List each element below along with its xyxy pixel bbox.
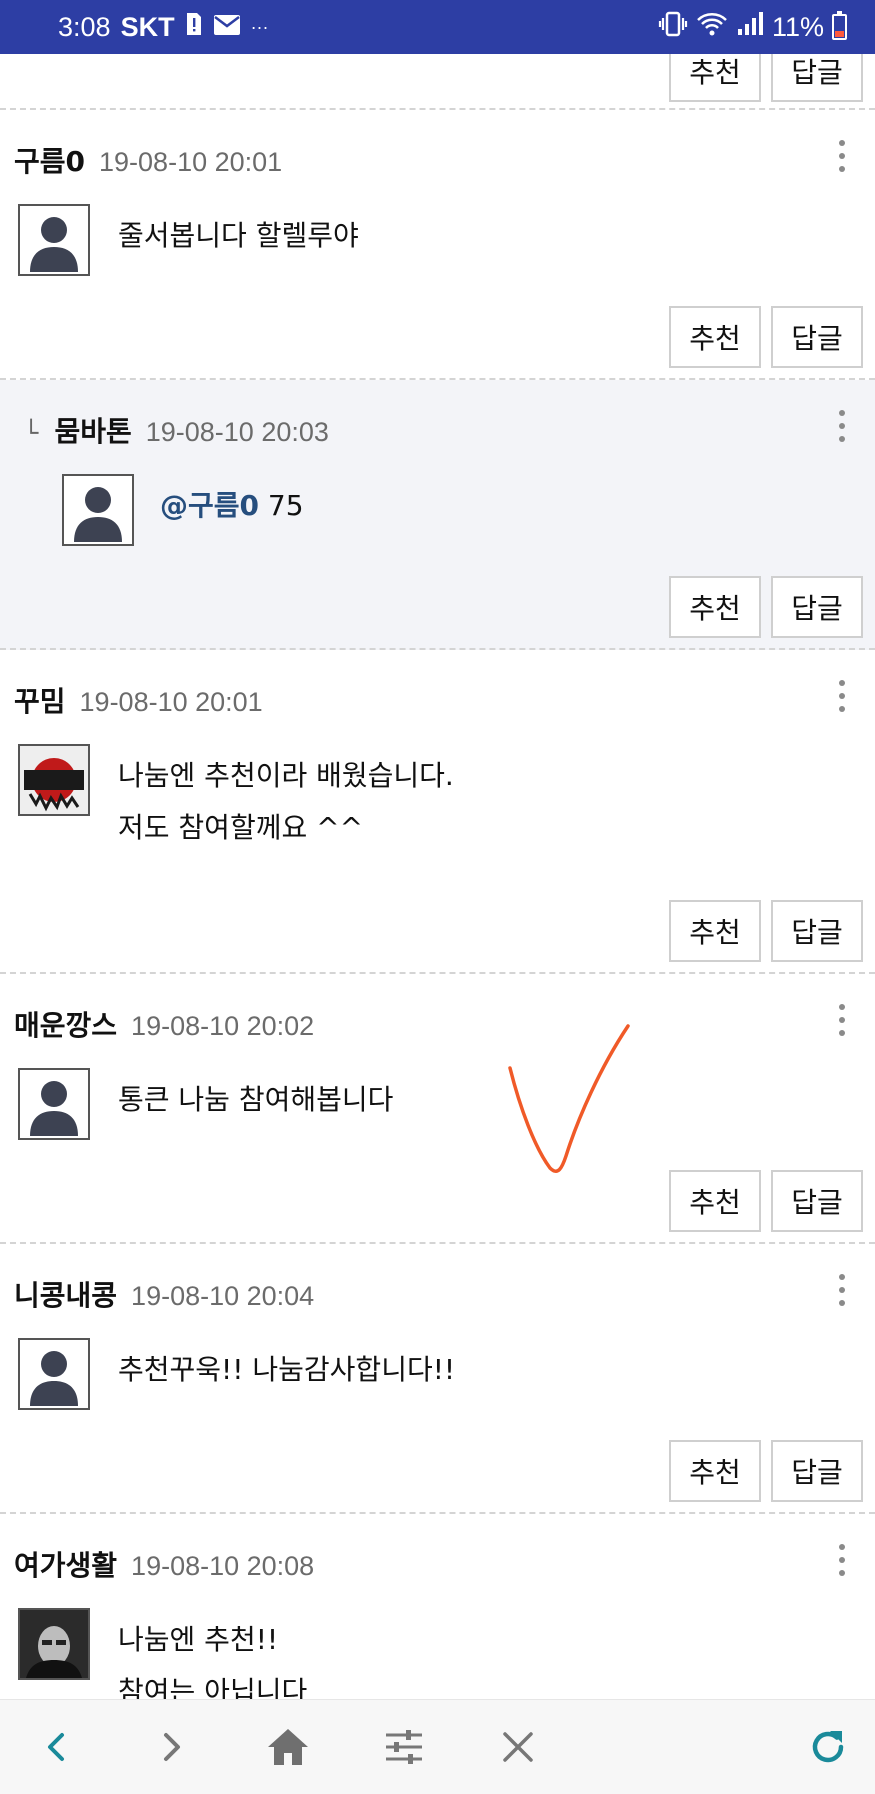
avatar[interactable] [18, 744, 90, 816]
recommend-button[interactable]: 추천 [669, 306, 761, 368]
more-options-icon[interactable] [839, 410, 845, 442]
comment-text: 통큰 나눔 참여해봅니다 [118, 1074, 393, 1126]
battery-percent: 11% [771, 11, 824, 42]
status-bar: 3:08 SKT ··· 11% [0, 0, 875, 54]
comment-text: 나눔엔 추천이라 배웠습니다. 저도 참여할께요 ^^ [118, 750, 454, 854]
status-carrier: SKT [120, 11, 175, 42]
comment-item: 매운깡스 19-08-10 20:02 통큰 나눔 참여해봅니다 추천 답글 [0, 974, 875, 1244]
avatar[interactable] [18, 1068, 90, 1140]
recommend-button[interactable]: 추천 [669, 1170, 761, 1232]
avatar[interactable] [62, 474, 134, 546]
comment-line: 나눔엔 추천이라 배웠습니다. [118, 759, 454, 792]
comment-list: 추천 답글 구름0 19-08-10 20:01 줄서봅니다 할렐루야 추천 답… [0, 54, 875, 1700]
avatar[interactable] [18, 1338, 90, 1410]
reply-button[interactable]: 답글 [771, 900, 863, 962]
more-dots-icon: ··· [250, 16, 269, 37]
comment-text: @구름0 75 [160, 480, 304, 532]
comment-date: 19-08-10 20:04 [131, 1281, 315, 1311]
comment-author[interactable]: 뭄바톤 [54, 410, 131, 450]
check-annotation-icon [508, 1024, 630, 1173]
comment-date: 19-08-10 20:08 [131, 1551, 315, 1581]
reply-button[interactable]: 답글 [771, 576, 863, 638]
reply-button[interactable]: 답글 [771, 54, 863, 102]
comment-author[interactable]: 니콩내콩 [14, 1274, 117, 1314]
recommend-button[interactable]: 추천 [669, 1440, 761, 1502]
refresh-icon[interactable] [788, 1700, 868, 1794]
reply-button[interactable]: 답글 [771, 306, 863, 368]
comment-line: 저도 참여할께요 ^^ [118, 811, 364, 844]
mail-icon [213, 12, 241, 43]
more-options-icon[interactable] [839, 140, 845, 172]
comment-author[interactable]: 매운깡스 [14, 1004, 117, 1044]
comment-line: 참여는 아닙니다 [118, 1675, 308, 1700]
comment-item: 구름0 19-08-10 20:01 줄서봅니다 할렐루야 추천 답글 [0, 110, 875, 380]
comment-line: 추천꾸욱!! 나눔감사합니다!! [118, 1353, 456, 1386]
recommend-button[interactable]: 추천 [669, 900, 761, 962]
reply-button[interactable]: 답글 [771, 1170, 863, 1232]
comment-item-partial: 추천 답글 [0, 54, 875, 110]
status-time: 3:08 [58, 11, 111, 42]
more-options-icon[interactable] [839, 680, 845, 712]
more-options-icon[interactable] [839, 1544, 845, 1576]
more-options-icon[interactable] [839, 1004, 845, 1036]
home-icon[interactable] [248, 1700, 328, 1794]
recommend-button[interactable]: 추천 [669, 576, 761, 638]
recommend-button[interactable]: 추천 [669, 54, 761, 102]
browser-nav-bar [0, 1699, 875, 1794]
avatar[interactable] [18, 204, 90, 276]
reply-indent-icon: └ [24, 419, 39, 447]
comment-text: 나눔엔 추천!! 참여는 아닙니다 [118, 1614, 307, 1700]
comment-line: 나눔엔 추천!! [118, 1623, 279, 1656]
comment-author[interactable]: 구름0 [14, 140, 85, 180]
forward-icon[interactable] [132, 1700, 212, 1794]
comment-reply-item: └ 뭄바톤 19-08-10 20:03 @구름0 75 추천 답글 [0, 380, 875, 650]
comment-item: 니콩내콩 19-08-10 20:04 추천꾸욱!! 나눔감사합니다!! 추천 … [0, 1244, 875, 1514]
sim-alert-icon [185, 11, 203, 44]
mention-link[interactable]: @구름0 [160, 489, 259, 522]
comment-date: 19-08-10 20:01 [79, 687, 263, 717]
back-icon[interactable] [16, 1700, 96, 1794]
comment-author[interactable]: 여가생활 [14, 1544, 117, 1584]
comment-date: 19-08-10 20:02 [131, 1011, 315, 1041]
wifi-icon [696, 11, 728, 44]
vibrate-icon [658, 11, 688, 44]
close-icon[interactable] [478, 1700, 558, 1794]
comment-author[interactable]: 꾸밈 [14, 680, 66, 720]
comment-date: 19-08-10 20:01 [99, 147, 283, 177]
comment-date: 19-08-10 20:03 [145, 417, 329, 447]
more-options-icon[interactable] [839, 1274, 845, 1306]
signal-icon [736, 11, 764, 44]
comment-text: 줄서봅니다 할렐루야 [118, 210, 359, 262]
comment-item: 꾸밈 19-08-10 20:01 나눔엔 추천이라 배웠습니다. 저도 참여할… [0, 650, 875, 974]
battery-icon [832, 11, 847, 40]
comment-line: 75 [259, 489, 304, 522]
comment-text: 추천꾸욱!! 나눔감사합니다!! [118, 1344, 455, 1396]
comment-item: 여가생활 19-08-10 20:08 나눔엔 추천!! 참여는 아닙니다 [0, 1514, 875, 1700]
comment-line: 줄서봅니다 할렐루야 [118, 219, 359, 252]
avatar[interactable] [18, 1608, 90, 1680]
comment-line: 통큰 나눔 참여해봅니다 [118, 1083, 394, 1116]
settings-sliders-icon[interactable] [364, 1700, 444, 1794]
reply-button[interactable]: 답글 [771, 1440, 863, 1502]
